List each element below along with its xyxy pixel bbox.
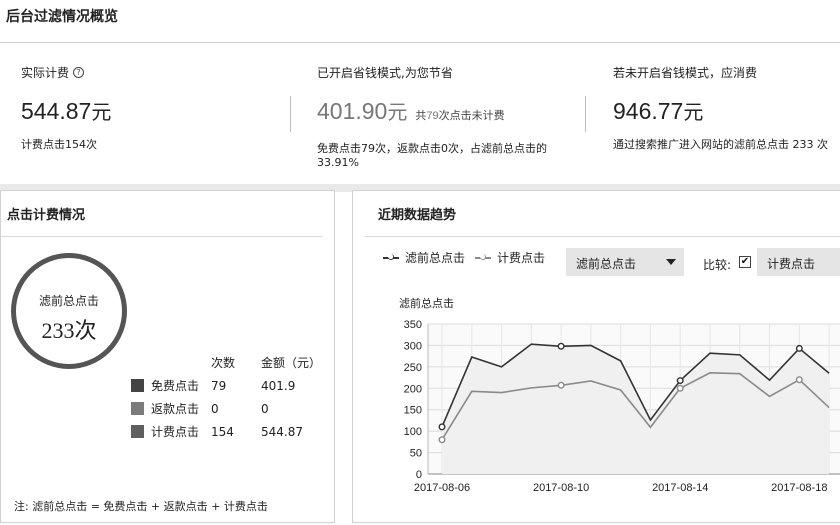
page-title: 后台过滤情况概览 xyxy=(6,9,118,25)
header-blank xyxy=(131,351,211,374)
ring-value: 233次 xyxy=(41,318,97,343)
stat-saving-note: 共79次点击未计费 xyxy=(415,110,504,122)
stat-saving-unit: 元 xyxy=(387,100,408,124)
y-tick-label: 0 xyxy=(416,469,422,481)
header-count: 次数 xyxy=(211,356,236,370)
table-header: 次数 金额（元） xyxy=(131,351,321,374)
total-clicks-ring: 滤前总点击 233次 xyxy=(11,253,127,369)
ring-label: 滤前总点击 xyxy=(38,294,99,308)
row-name: 计费点击 xyxy=(151,425,200,439)
series-point xyxy=(676,377,684,385)
y-tick-label: 100 xyxy=(404,426,422,438)
series-point xyxy=(438,436,446,444)
formula-footnote: 注: 滤前总点击 = 免费点击 + 返款点击 + 计费点击 xyxy=(14,500,268,513)
note-prefix: 共 xyxy=(415,110,427,122)
stat-actual-charge: 实际计费 ? 544.87元 计费点击154次 xyxy=(21,64,111,152)
row-count: 154 xyxy=(211,424,234,439)
series-point xyxy=(795,344,803,352)
row-count: 79 xyxy=(211,378,227,393)
x-tick-label: 2017-08-06 xyxy=(414,482,470,494)
table-row: 免费点击 79 401.9 xyxy=(131,374,321,397)
trend-line-chart: 0 50 100 150 200 250 300 350 2017-08-06 2017-08-1… xyxy=(404,319,840,494)
stat-saving-amount: 401.90 xyxy=(317,98,388,124)
row-name-cell: 免费点击 xyxy=(131,374,211,397)
table-row: 计费点击 154 544.87 xyxy=(131,420,321,443)
y-tick-label: 200 xyxy=(404,383,422,395)
stat-saving-label: 已开启省钱模式,为您节省 xyxy=(317,66,453,80)
stat-without-sub: 通过搜索推广进入网站的滤前总点击 233 次 xyxy=(613,138,828,151)
stat-saving-sub: 免费点击79次，返款点击0次，占滤前总点击的 33.91% xyxy=(317,142,547,170)
click-billing-panel: 点击计费情况 滤前总点击 233次 次数 金额（元） 免费点击 79 401.9… xyxy=(0,190,335,523)
stat-without-amount: 946.77 xyxy=(613,98,684,124)
row-name-cell: 返款点击 xyxy=(131,397,211,420)
series-point xyxy=(676,384,684,392)
y-tick-label: 250 xyxy=(404,362,422,374)
note-suffix: 次点击未计费 xyxy=(438,110,505,122)
stat-saving-sub-line2: 33.91% xyxy=(317,156,359,169)
row-amount: 0 xyxy=(261,401,269,416)
stat-saving-sub-line1: 免费点击79次，返款点击0次，占滤前总点击的 xyxy=(317,142,547,155)
click-breakdown-table: 次数 金额（元） 免费点击 79 401.9 返款点击 0 0 计费点击 154… xyxy=(131,351,321,443)
stat-actual-amount: 544.87 xyxy=(21,98,92,124)
row-name-cell: 计费点击 xyxy=(131,420,211,443)
stat-actual-label-row: 实际计费 ? xyxy=(21,64,111,81)
row-name: 免费点击 xyxy=(151,379,200,393)
stat-without-unit: 元 xyxy=(683,100,704,124)
stat-without: 若未开启省钱模式，应消费 946.77元 通过搜索推广进入网站的滤前总点击 23… xyxy=(613,64,828,152)
stat-without-label: 若未开启省钱模式，应消费 xyxy=(613,66,758,80)
legend-swatch xyxy=(131,402,144,415)
y-tick-label: 300 xyxy=(404,340,422,352)
x-tick-label: 2017-08-14 xyxy=(652,482,708,494)
header-amount: 金额（元） xyxy=(261,356,322,370)
note-count: 79 xyxy=(426,110,439,122)
series-point xyxy=(557,342,565,350)
x-tick-label: 2017-08-10 xyxy=(533,482,589,494)
y-tick-label: 150 xyxy=(404,405,422,417)
stat-divider xyxy=(290,96,291,132)
row-amount: 544.87 xyxy=(261,424,303,439)
y-tick-label: 50 xyxy=(410,448,422,460)
stat-actual-unit: 元 xyxy=(91,100,112,124)
legend-swatch xyxy=(131,379,144,392)
table-row: 返款点击 0 0 xyxy=(131,397,321,420)
stat-actual-label: 实际计费 xyxy=(21,66,70,80)
stat-without-amount-row: 946.77元 xyxy=(613,97,828,126)
help-icon[interactable]: ? xyxy=(73,67,85,78)
series-point xyxy=(557,381,565,389)
stat-actual-amount-row: 544.87元 xyxy=(21,97,111,126)
title-divider xyxy=(0,42,840,43)
stat-saving-amount-row: 401.90元 共79次点击未计费 xyxy=(317,97,547,130)
stat-saving: 已开启省钱模式,为您节省 401.90元 共79次点击未计费 免费点击79次，返款… xyxy=(317,64,547,170)
row-name: 返款点击 xyxy=(151,402,200,416)
stat-divider xyxy=(585,96,586,132)
trend-panel: 近期数据趋势 滤前总点击 计费点击 滤前总点击 比较: ✔ 计费点击 滤前总点击… xyxy=(352,190,840,523)
series-point xyxy=(438,423,446,431)
x-tick-label: 2017-08-18 xyxy=(771,482,827,494)
row-count: 0 xyxy=(211,401,219,416)
legend-swatch xyxy=(131,425,144,438)
click-panel-title: 点击计费情况 xyxy=(1,191,322,237)
row-amount: 401.9 xyxy=(261,378,296,393)
y-tick-label: 350 xyxy=(404,319,422,331)
stat-actual-sub: 计费点击154次 xyxy=(21,138,97,151)
series-point xyxy=(795,376,803,384)
